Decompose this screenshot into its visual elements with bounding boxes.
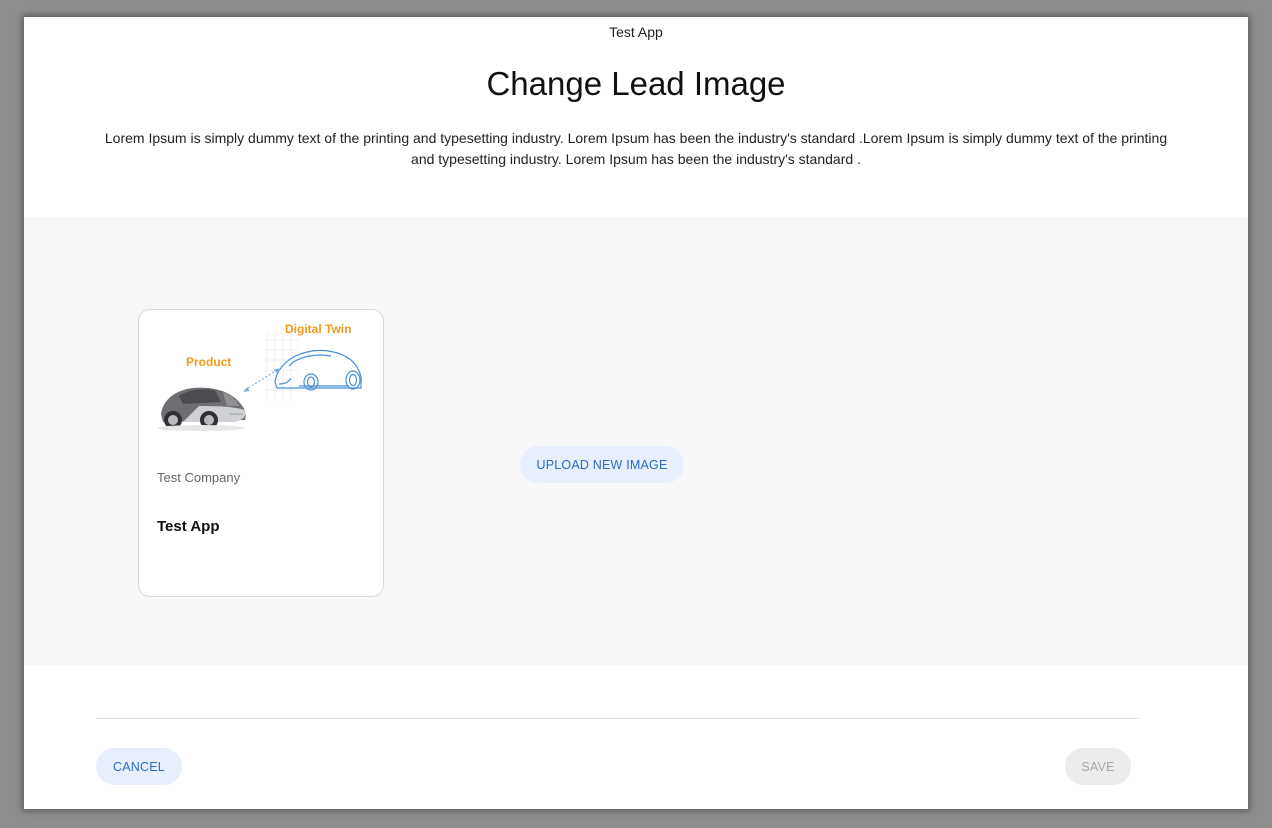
dialog: Test App Change Lead Image Lorem Ipsum i… [24, 17, 1248, 809]
page-description: Lorem Ipsum is simply dummy text of the … [104, 130, 1168, 167]
save-button[interactable]: SAVE [1065, 748, 1131, 785]
app-name-header: Test App [609, 24, 663, 40]
upload-new-image-button[interactable]: UPLOAD NEW IMAGE [520, 446, 684, 483]
company-name: Test Company [157, 470, 241, 485]
content-area: Digital Twin Product Test Company Test A… [24, 217, 1248, 666]
cancel-button[interactable]: CANCEL [96, 748, 182, 785]
product-label: Product [186, 355, 231, 369]
lead-image: Digital Twin Product [139, 310, 383, 440]
page-title: Change Lead Image [486, 65, 786, 102]
footer-divider [96, 718, 1140, 719]
digital-twin-label: Digital Twin [285, 322, 351, 336]
product-car-icon [157, 387, 246, 431]
app-preview-card: Digital Twin Product Test Company Test A… [138, 309, 384, 597]
card-app-name: Test App [157, 518, 220, 535]
